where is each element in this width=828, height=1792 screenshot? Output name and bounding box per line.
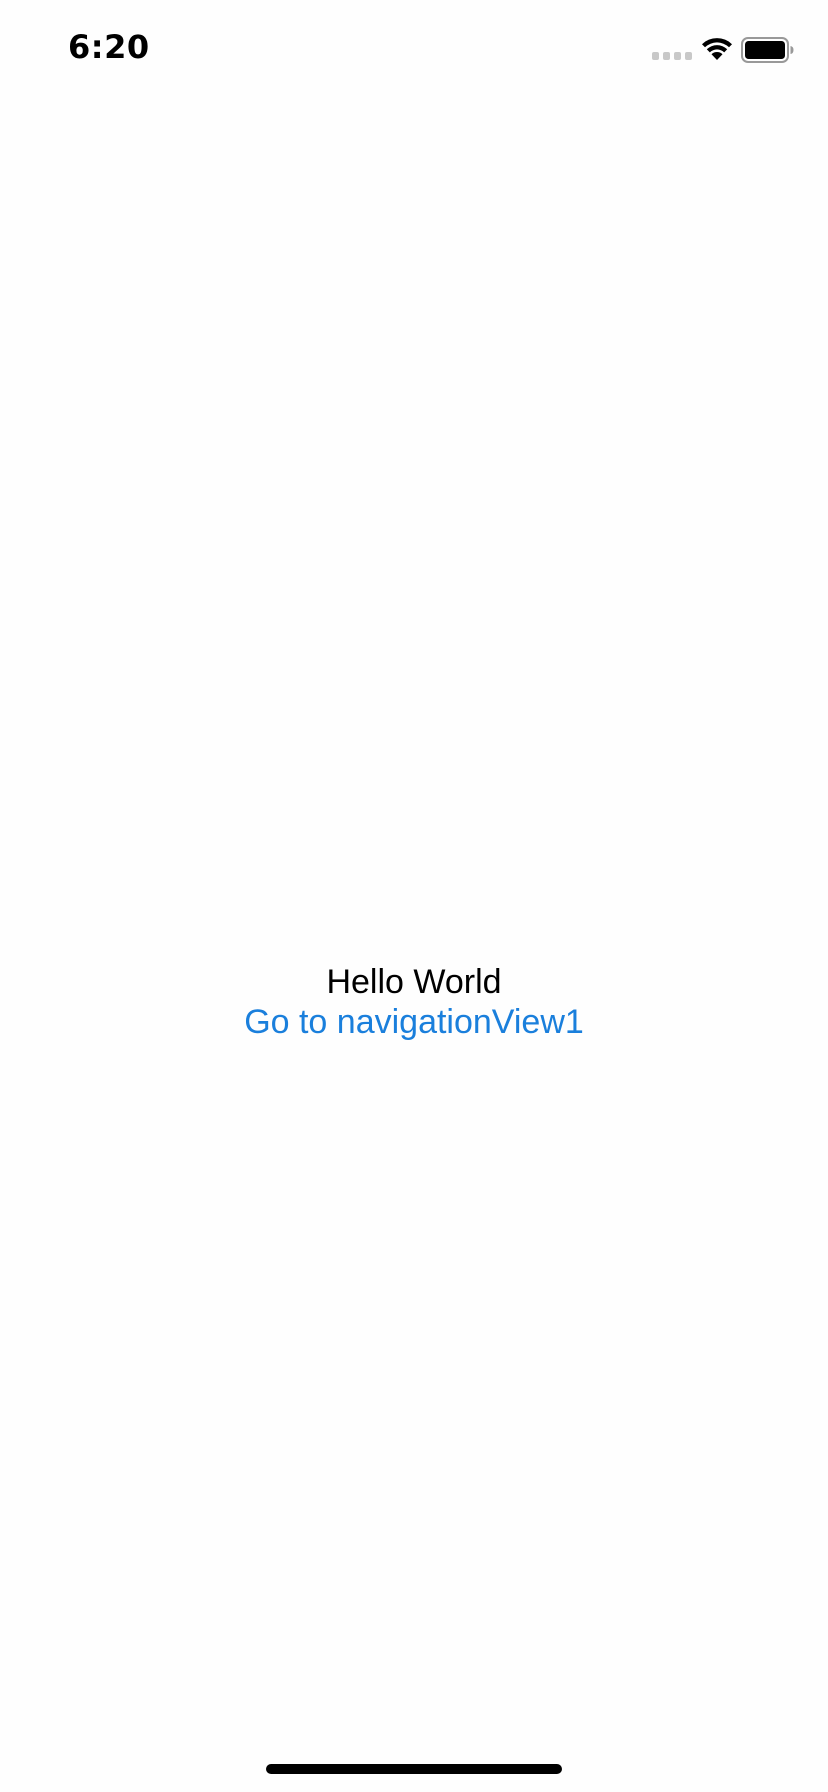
home-indicator[interactable] [266,1764,562,1774]
battery-icon [741,37,794,63]
status-time: 6:20 [68,28,150,66]
app-screen: 6:20 Hello World Go to navigationView1 [0,0,828,1792]
cellular-signal-icon [652,52,692,60]
go-to-navigation-view1-link[interactable]: Go to navigationView1 [244,1002,584,1042]
wifi-icon [702,38,732,60]
main-content: Hello World Go to navigationView1 [0,960,828,1042]
hello-world-text: Hello World [326,963,502,1001]
status-bar: 6:20 [0,0,828,100]
